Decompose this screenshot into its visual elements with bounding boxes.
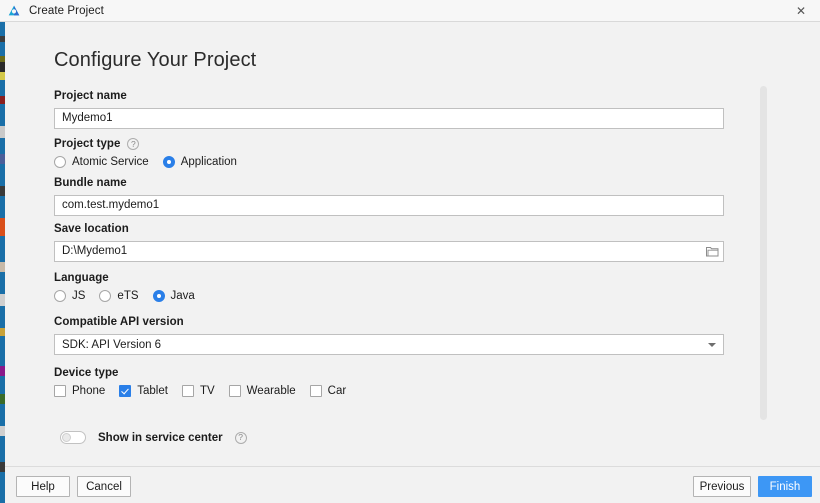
- checkbox-wearable[interactable]: Wearable: [228, 385, 296, 397]
- previous-button[interactable]: Previous: [693, 476, 751, 497]
- field-project-type: Project type ? Atomic Service Applicatio…: [54, 138, 724, 168]
- checkbox-mark-checked-icon: [119, 385, 132, 397]
- field-project-name: Project name Mydemo1: [54, 90, 724, 129]
- project-name-input[interactable]: Mydemo1: [54, 108, 724, 129]
- title-bar: Create Project ✕: [0, 0, 820, 22]
- language-label: Language: [54, 272, 109, 284]
- device-type-checkbox-group: Phone Tablet TV Wearable Car: [54, 385, 724, 397]
- deveco-logo-icon: [7, 4, 21, 18]
- save-location-row: D:\Mydemo1: [54, 241, 724, 262]
- toggle-knob: [62, 433, 71, 442]
- checkbox-mark-icon: [181, 385, 194, 397]
- dialog-content: Configure Your Project Project name Myde…: [5, 22, 820, 466]
- project-type-radio-group: Atomic Service Application: [54, 156, 724, 168]
- checkbox-phone[interactable]: Phone: [54, 385, 105, 397]
- service-center-label: Show in service center: [98, 431, 223, 444]
- field-language: Language JS eTS Java: [54, 272, 724, 302]
- api-version-label: Compatible API version: [54, 316, 184, 328]
- field-device-type: Device type Phone Tablet TV Wearable Car: [54, 367, 724, 397]
- radio-atomic-service[interactable]: Atomic Service: [54, 156, 149, 168]
- window-title: Create Project: [29, 4, 104, 17]
- checkbox-mark-icon: [228, 385, 241, 397]
- vertical-scrollbar[interactable]: [760, 86, 767, 420]
- dialog-footer: Help Cancel Previous Finish: [5, 466, 820, 503]
- radio-application[interactable]: Application: [162, 156, 237, 168]
- create-project-dialog: Configure Your Project Project name Myde…: [5, 22, 820, 503]
- field-api-version: Compatible API version SDK: API Version …: [54, 316, 724, 355]
- api-version-selected-value: SDK: API Version 6: [62, 338, 162, 351]
- checkbox-mark-icon: [309, 385, 322, 397]
- save-location-input[interactable]: D:\Mydemo1: [54, 241, 724, 262]
- cancel-button[interactable]: Cancel: [77, 476, 131, 497]
- checkbox-mark-icon: [54, 385, 66, 397]
- save-location-label: Save location: [54, 223, 129, 235]
- radio-java[interactable]: Java: [152, 290, 195, 302]
- radio-mark-icon: [54, 156, 66, 168]
- bundle-name-input[interactable]: com.test.mydemo1: [54, 195, 724, 216]
- project-type-label: Project type ?: [54, 138, 724, 150]
- radio-mark-icon: [99, 290, 112, 302]
- radio-js[interactable]: JS: [54, 290, 85, 302]
- project-name-label: Project name: [54, 90, 127, 102]
- api-version-select[interactable]: SDK: API Version 6: [54, 334, 724, 355]
- radio-mark-selected-icon: [162, 156, 175, 168]
- bundle-name-label: Bundle name: [54, 177, 127, 189]
- field-bundle-name: Bundle name com.test.mydemo1: [54, 177, 724, 216]
- project-type-help-icon[interactable]: ?: [127, 138, 140, 150]
- finish-button[interactable]: Finish: [758, 476, 812, 497]
- device-type-label: Device type: [54, 367, 119, 379]
- radio-ets[interactable]: eTS: [99, 290, 139, 302]
- service-center-help-icon[interactable]: ?: [234, 431, 247, 444]
- service-center-row: Show in service center ?: [60, 431, 247, 444]
- show-in-service-center-toggle[interactable]: [60, 431, 86, 444]
- radio-mark-selected-icon: [152, 290, 165, 302]
- checkbox-tablet[interactable]: Tablet: [119, 385, 168, 397]
- field-save-location: Save location D:\Mydemo1: [54, 223, 724, 262]
- language-radio-group: JS eTS Java: [54, 290, 724, 302]
- checkbox-car[interactable]: Car: [309, 385, 346, 397]
- radio-mark-icon: [54, 290, 66, 302]
- page-title: Configure Your Project: [54, 49, 257, 71]
- checkbox-tv[interactable]: TV: [181, 385, 215, 397]
- folder-icon[interactable]: [701, 242, 723, 261]
- chevron-down-icon: [708, 343, 716, 347]
- close-icon[interactable]: ✕: [782, 0, 820, 21]
- help-button[interactable]: Help: [16, 476, 70, 497]
